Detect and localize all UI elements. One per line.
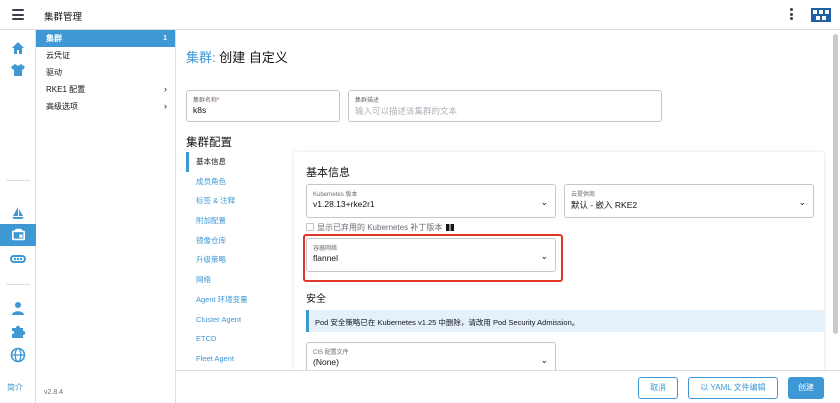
sidebar-item-label: 云凭证 [46, 51, 70, 60]
field-label: 集群描述 [355, 98, 380, 104]
tab-etcd[interactable]: ETCD [186, 329, 294, 349]
rail-divider [6, 180, 30, 181]
config-tabs: 基本信息 成员角色 标签 & 注释 附加配置 镜像仓库 升级策略 网络 Agen… [186, 152, 294, 403]
footer-actions: 取消 以 YAML 文件编辑 创建 [176, 370, 840, 403]
user-avatar-icon[interactable] [811, 8, 831, 22]
sidebar-item-clusters[interactable]: 集群 1 [36, 30, 175, 47]
tab-registries[interactable]: 镜像仓库 [186, 231, 294, 251]
sidebar-item-cloud-credentials[interactable]: 云凭证 [36, 47, 175, 64]
cloud-provider-select[interactable]: 云提供商 默认 - 嵌入 RKE2 ⌄ [564, 184, 814, 218]
tab-networking[interactable]: 网络 [186, 270, 294, 290]
more-options-icon[interactable] [790, 8, 794, 22]
chevron-right-icon: › [164, 101, 167, 111]
highlight-box [303, 234, 563, 282]
puzzle-icon[interactable] [10, 323, 26, 339]
sidebar-item-label: 集群 [46, 34, 62, 43]
tab-fleet-agent[interactable]: Fleet Agent [186, 349, 294, 369]
sidebar-item-advanced[interactable]: 高级选项 › [36, 98, 175, 115]
psp-info-banner: Pod 安全策略已在 Kubernetes v1.25 中删除，请改用 Pod … [306, 310, 824, 332]
tab-upgrade-strategy[interactable]: 升级策略 [186, 250, 294, 270]
sidebar-item-rke1-config[interactable]: RKE1 配置 › [36, 81, 175, 98]
cluster-management-sidebar: 集群 1 云凭证 驱动 RKE1 配置 › 高级选项 › [36, 30, 176, 403]
selected-value: v1.28.13+rke2r1 [313, 199, 375, 209]
tab-agent-env-vars[interactable]: Agent 环境变量 [186, 290, 294, 310]
hamburger-menu-icon[interactable] [12, 9, 24, 20]
sidebar-item-label: 驱动 [46, 68, 62, 77]
app-title: 集群管理 [44, 12, 83, 23]
required-marker: * [217, 98, 220, 104]
shirt-icon[interactable] [10, 62, 26, 78]
create-button[interactable]: 创建 [788, 377, 824, 399]
field-label: 云提供商 [571, 192, 596, 198]
chevron-right-icon: › [164, 84, 167, 94]
breadcrumb-clusters-link[interactable]: 集群: [186, 50, 216, 65]
sidebar-item-drivers[interactable]: 驱动 [36, 64, 175, 81]
edit-as-yaml-button[interactable]: 以 YAML 文件编辑 [688, 377, 778, 399]
globe-icon[interactable] [10, 347, 26, 363]
tab-basic-info[interactable]: 基本信息 [186, 152, 294, 172]
link-icon[interactable] [10, 251, 26, 267]
cluster-config-title: 集群配置 [186, 137, 232, 149]
page-title-text: 创建 自定义 [215, 50, 288, 65]
icon-rail: 简介 [0, 30, 36, 403]
cluster-icon [12, 228, 25, 241]
tab-cluster-agent[interactable]: Cluster Agent [186, 310, 294, 330]
chevron-down-icon: ⌄ [798, 197, 806, 207]
cluster-description-input[interactable]: 输入可以描述该集群的文本 [355, 105, 457, 117]
chevron-down-icon: ⌄ [540, 355, 548, 365]
home-icon[interactable] [10, 40, 26, 56]
selected-value: (None) [313, 357, 339, 367]
show-deprecated-checkbox-row[interactable]: 显示已弃用的 Kubernetes 补丁版本 [306, 222, 454, 233]
book-icon [445, 224, 454, 231]
field-label: Kubernetes 版本 [313, 192, 358, 198]
kubernetes-version-select[interactable]: Kubernetes 版本 v1.28.13+rke2r1 ⌄ [306, 184, 556, 218]
tab-additional-config[interactable]: 附加配置 [186, 211, 294, 231]
sidebar-item-label: RKE1 配置 [46, 85, 86, 94]
banner-text: Pod 安全策略已在 Kubernetes v1.25 中删除，请改用 Pod … [315, 318, 580, 327]
sidebar-item-count: 1 [163, 35, 167, 42]
chevron-down-icon: ⌄ [540, 197, 548, 207]
field-label: CIS 配置文件 [313, 350, 349, 356]
rail-divider [6, 284, 30, 285]
show-deprecated-checkbox[interactable] [306, 223, 314, 231]
tab-labels-annotations[interactable]: 标签 & 注释 [186, 191, 294, 211]
basic-info-title: 基本信息 [306, 167, 350, 179]
selected-value: 默认 - 嵌入 RKE2 [571, 200, 638, 210]
sailboat-icon[interactable] [10, 205, 26, 221]
cluster-name-field[interactable]: 集群名称* k8s [186, 90, 340, 122]
field-label: 集群名称* [193, 98, 220, 104]
version-label: v2.8.4 [44, 389, 64, 396]
top-bar: 集群管理 [0, 0, 840, 30]
scrollbar[interactable] [833, 34, 838, 334]
tab-member-roles[interactable]: 成员角色 [186, 172, 294, 192]
cluster-description-field[interactable]: 集群描述 输入可以描述该集群的文本 [348, 90, 662, 122]
sidebar-item-label: 高级选项 [46, 102, 78, 111]
page-title: 集群: 创建 自定义 [186, 47, 288, 66]
cancel-button[interactable]: 取消 [638, 377, 678, 399]
main-content: 集群: 创建 自定义 集群名称* k8s 集群描述 输入可以描述该集群的文本 集… [176, 30, 840, 403]
about-link[interactable]: 简介 [7, 382, 23, 393]
checkbox-label: 显示已弃用的 Kubernetes 补丁版本 [317, 223, 443, 232]
cluster-name-input[interactable]: k8s [193, 105, 206, 115]
security-title: 安全 [306, 294, 326, 305]
cluster-management-nav[interactable] [0, 224, 36, 246]
user-icon[interactable] [10, 300, 26, 316]
